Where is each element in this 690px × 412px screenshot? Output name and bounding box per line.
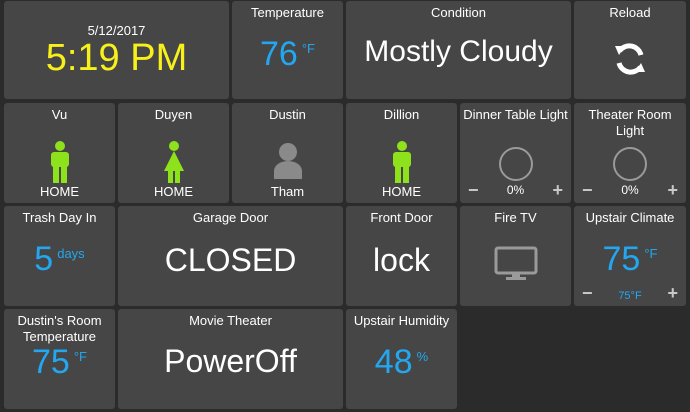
time-text: 5:19 PM: [45, 37, 188, 79]
condition-tile[interactable]: Condition Mostly Cloudy: [346, 1, 571, 99]
light-label: Theater Room Light: [588, 107, 672, 138]
trash-day-tile[interactable]: Trash Day In 5 days: [4, 206, 115, 306]
upstair-climate-tile[interactable]: Upstair Climate 75 °F − 75°F +: [574, 206, 686, 306]
trash-value: 5: [34, 240, 54, 278]
theater-room-light-tile[interactable]: Theater Room Light − 0% +: [574, 103, 686, 203]
movie-theater-label: Movie Theater: [189, 313, 272, 328]
condition-value: Mostly Cloudy: [364, 35, 553, 68]
setpoint-up-button[interactable]: +: [667, 284, 678, 302]
dim-up-button[interactable]: +: [552, 181, 563, 199]
movie-theater-state: PowerOff: [164, 343, 297, 379]
humidity-reading: 48%: [346, 343, 457, 382]
humidity-unit: %: [416, 349, 429, 364]
dashboard-grid: 5/12/2017 5:19 PM Temperature 76 °F Condi…: [0, 0, 690, 412]
date-text: 5/12/2017: [87, 23, 146, 38]
room-temp-value: 75: [32, 343, 70, 381]
dustins-room-temperature-tile[interactable]: Dustin's Room Temperature 75 °F: [4, 309, 115, 409]
room-temp-label: Dustin's Room Temperature: [17, 313, 102, 344]
person-name: Dustin: [269, 107, 306, 122]
humidity-label: Upstair Humidity: [353, 313, 450, 328]
temperature-value: 76: [260, 35, 298, 73]
temperature-unit: °F: [301, 41, 315, 56]
temperature-reading: 76 °F: [232, 35, 343, 74]
garage-state: CLOSED: [164, 242, 297, 278]
refresh-icon[interactable]: [612, 41, 648, 77]
front-door-state: lock: [373, 242, 430, 278]
front-door-tile[interactable]: Front Door lock: [346, 206, 457, 306]
light-bulb-icon[interactable]: [498, 147, 533, 181]
female-person-icon: [163, 141, 184, 183]
upstair-humidity-tile[interactable]: Upstair Humidity 48%: [346, 309, 457, 409]
climate-reading: 75 °F: [574, 240, 686, 279]
climate-label: Upstair Climate: [585, 210, 675, 225]
person-tile-dillion[interactable]: Dillion HOME: [346, 103, 457, 203]
dim-up-button[interactable]: +: [667, 181, 678, 199]
person-status: HOME: [40, 184, 79, 199]
male-person-icon: [392, 141, 411, 183]
condition-label: Condition: [431, 5, 486, 20]
person-name: Dillion: [383, 107, 420, 122]
room-temp-unit: °F: [73, 349, 87, 364]
reload-label: Reload: [609, 5, 651, 20]
garage-label: Garage Door: [192, 210, 269, 225]
movie-theater-tile[interactable]: Movie Theater PowerOff: [118, 309, 343, 409]
trash-reading: 5 days: [4, 240, 115, 279]
tv-icon[interactable]: [494, 246, 538, 280]
male-person-icon: [50, 141, 69, 183]
person-status: Tham: [270, 184, 305, 199]
person-tile-vu[interactable]: Vu HOME: [4, 103, 115, 203]
front-door-label: Front Door: [370, 210, 433, 225]
person-status: HOME: [154, 184, 193, 199]
fire-tv-label: Fire TV: [494, 210, 537, 225]
temperature-tile[interactable]: Temperature 76 °F: [232, 1, 343, 99]
humidity-value: 48: [374, 343, 413, 381]
temperature-label: Temperature: [251, 5, 324, 20]
trash-label: Trash Day In: [22, 210, 97, 225]
person-tile-dustin[interactable]: Dustin Tham: [232, 103, 343, 203]
person-tile-duyen[interactable]: Duyen HOME: [118, 103, 229, 203]
clock-tile: 5/12/2017 5:19 PM: [4, 1, 229, 99]
person-name: Vu: [51, 107, 68, 122]
dinner-table-light-tile[interactable]: Dinner Table Light − 0% +: [460, 103, 571, 203]
fire-tv-tile[interactable]: Fire TV: [460, 206, 571, 306]
light-bulb-icon[interactable]: [613, 147, 647, 181]
garage-door-tile[interactable]: Garage Door CLOSED: [118, 206, 343, 306]
reload-tile[interactable]: Reload: [574, 1, 686, 99]
room-temp-reading: 75 °F: [4, 343, 115, 382]
trash-unit: days: [57, 246, 85, 261]
climate-unit: °F: [644, 246, 658, 261]
generic-person-icon: [273, 143, 302, 179]
light-label: Dinner Table Light: [463, 107, 568, 122]
person-name: Duyen: [154, 107, 193, 122]
climate-value: 75: [602, 240, 641, 278]
person-status: HOME: [382, 184, 421, 199]
